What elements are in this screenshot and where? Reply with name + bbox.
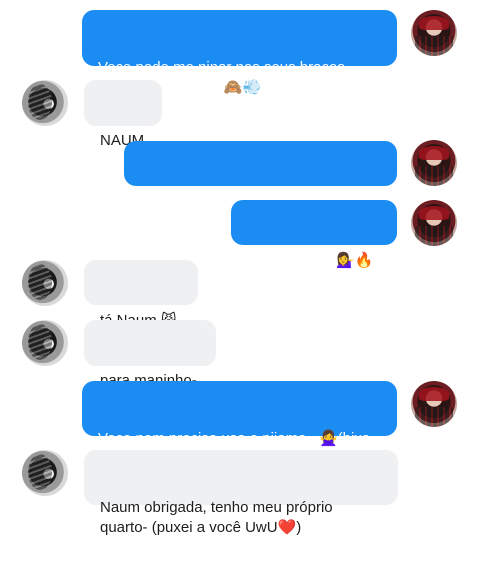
contact-avatar[interactable] xyxy=(22,320,68,366)
contact-avatar[interactable] xyxy=(22,80,68,126)
contact-avatar[interactable] xyxy=(22,260,68,306)
outgoing-message-bubble[interactable]: Ta um valor.. 💁‍♀️🔥 xyxy=(231,200,397,269)
incoming-message-bubble[interactable]: Naum obrigada, tenho meu próprio quarto-… xyxy=(84,450,398,536)
user-avatar[interactable] xyxy=(411,381,457,427)
message-text: Ta um valor.. 💁‍♀️🔥 xyxy=(247,252,374,269)
user-avatar[interactable] xyxy=(411,140,457,186)
outgoing-message-bubble[interactable]: Voce pode me ninar nos seus braços forte… xyxy=(82,10,397,96)
contact-avatar[interactable] xyxy=(22,450,68,496)
user-avatar[interactable] xyxy=(411,10,457,56)
incoming-message-bubble[interactable]: tá Naum 😾 xyxy=(84,260,198,329)
outgoing-message-bubble[interactable]: Voce nem precisa usa o pijama.. 🙅‍♀️(bix… xyxy=(82,381,397,467)
incoming-message-bubble[interactable]: NAUM xyxy=(84,80,162,149)
incoming-message-bubble[interactable]: para maninho- xyxy=(84,320,216,389)
user-avatar[interactable] xyxy=(411,200,457,246)
message-text: Naum obrigada, tenho meu próprio quarto-… xyxy=(100,499,337,536)
outgoing-message-bubble[interactable]: Vem pra baixo do lençol comigo... xyxy=(124,141,397,210)
